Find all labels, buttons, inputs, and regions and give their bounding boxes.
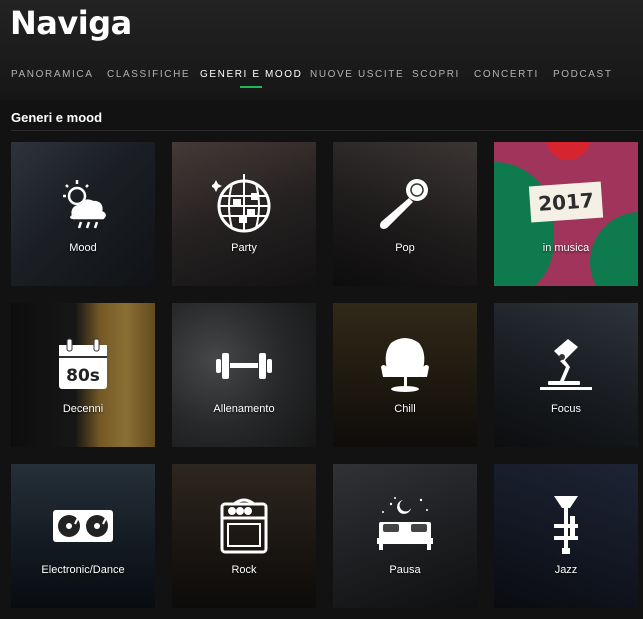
tile-label: Rock bbox=[231, 564, 257, 576]
tab-generi-e-mood[interactable]: GENERI E MOOD bbox=[200, 69, 303, 88]
tab-nuove-uscite[interactable]: NUOVE USCITE bbox=[310, 69, 404, 80]
category-tile-decenni[interactable]: 80s Decenni bbox=[11, 303, 155, 447]
green-shape bbox=[494, 162, 554, 286]
page-title: Naviga bbox=[10, 4, 132, 42]
tile-label: Electronic/Dance bbox=[41, 564, 125, 576]
dumbbell-icon bbox=[212, 333, 276, 397]
tile-label: in musica bbox=[542, 242, 590, 254]
tile-label: Decenni bbox=[62, 403, 104, 415]
calendar-80s-icon: 80s bbox=[51, 333, 115, 397]
category-tile-party[interactable]: Party bbox=[172, 142, 316, 286]
tab-classifiche[interactable]: CLASSIFICHE bbox=[107, 69, 190, 80]
category-tile-rock[interactable]: Rock bbox=[172, 464, 316, 608]
tab-label: GENERI E MOOD bbox=[200, 69, 303, 80]
category-tile-in-musica[interactable]: 2017 in musica bbox=[494, 142, 638, 286]
tile-label: Pop bbox=[395, 242, 415, 254]
turntables-icon bbox=[51, 494, 115, 558]
category-tile-chill[interactable]: Chill bbox=[333, 303, 477, 447]
category-tile-pausa[interactable]: Pausa bbox=[333, 464, 477, 608]
desk-lamp-icon bbox=[534, 333, 598, 397]
tab-scopri[interactable]: SCOPRI bbox=[412, 69, 460, 80]
egg-chair-icon bbox=[373, 333, 437, 397]
tile-label: Pausa bbox=[389, 564, 421, 576]
tile-label: Allenamento bbox=[213, 403, 275, 415]
bed-icon bbox=[373, 494, 437, 558]
amplifier-icon bbox=[212, 494, 276, 558]
tile-label: Jazz bbox=[554, 564, 578, 576]
tile-label: Party bbox=[231, 242, 257, 254]
category-tile-allenamento[interactable]: Allenamento bbox=[172, 303, 316, 447]
tile-label: Focus bbox=[551, 403, 581, 415]
trumpet-icon bbox=[534, 494, 598, 558]
category-tile-mood[interactable]: Mood bbox=[11, 142, 155, 286]
active-tab-indicator bbox=[240, 86, 263, 88]
year-badge: 2017 bbox=[528, 181, 604, 223]
microphone-icon bbox=[373, 172, 437, 236]
calendar-text: 80s bbox=[66, 366, 100, 386]
category-tile-electronic-dance[interactable]: Electronic/Dance bbox=[11, 464, 155, 608]
section-divider bbox=[11, 130, 643, 131]
tile-label: Chill bbox=[394, 403, 416, 415]
tab-panoramica[interactable]: PANORAMICA bbox=[11, 69, 94, 80]
category-tile-jazz[interactable]: Jazz bbox=[494, 464, 638, 608]
disco-ball-icon bbox=[212, 172, 276, 236]
category-tile-focus[interactable]: Focus bbox=[494, 303, 638, 447]
weather-icon bbox=[51, 172, 115, 236]
tab-podcast[interactable]: PODCAST bbox=[553, 69, 613, 80]
tile-label: Mood bbox=[69, 242, 97, 254]
section-title: Generi e mood bbox=[11, 110, 103, 125]
category-tile-pop[interactable]: Pop bbox=[333, 142, 477, 286]
tab-concerti[interactable]: CONCERTI bbox=[474, 69, 539, 80]
red-circle bbox=[546, 142, 590, 160]
